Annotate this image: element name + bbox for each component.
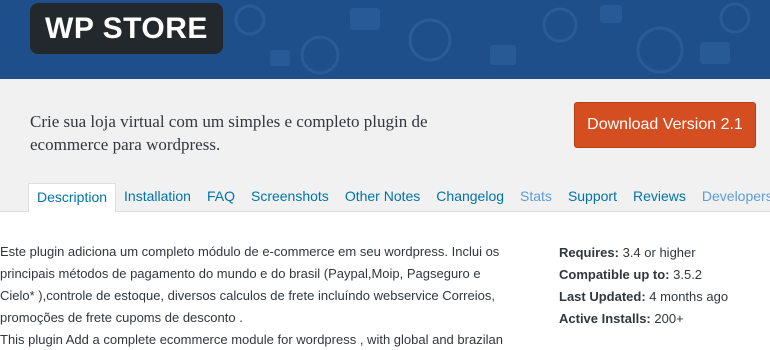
meta-active-installs: Active Installs: 200+ <box>559 308 764 330</box>
tab-faq[interactable]: FAQ <box>199 183 243 212</box>
meta-value: 3.4 or higher <box>622 245 696 260</box>
meta-last-updated: Last Updated: 4 months ago <box>559 286 764 308</box>
tab-screenshots[interactable]: Screenshots <box>243 183 337 212</box>
meta-label: Requires: <box>559 245 619 260</box>
tab-stats[interactable]: Stats <box>512 183 560 212</box>
download-button[interactable]: Download Version 2.1 <box>574 102 756 148</box>
plugin-banner: WP STORE <box>0 0 770 79</box>
tab-description[interactable]: Description <box>28 183 117 213</box>
description-line: This plugin Add a complete ecommerce mod… <box>0 332 503 347</box>
meta-compatible: Compatible up to: 3.5.2 <box>559 264 764 286</box>
tab-developers[interactable]: Developers <box>694 183 770 212</box>
description-line: Cielo* ),controle de estoque, diversos c… <box>0 288 495 303</box>
store-logo: WP STORE <box>30 3 223 54</box>
plugin-description: Este plugin adiciona um completo módulo … <box>0 241 540 350</box>
tab-reviews[interactable]: Reviews <box>625 183 694 212</box>
plugin-meta: Requires: 3.4 or higher Compatible up to… <box>559 242 764 330</box>
plugin-header: Crie sua loja virtual com um simples e c… <box>0 79 770 213</box>
meta-requires: Requires: 3.4 or higher <box>559 242 764 264</box>
description-line: Este plugin adiciona um completo módulo … <box>0 244 500 259</box>
meta-value: 200+ <box>654 311 684 326</box>
plugin-tabs: Description Installation FAQ Screenshots… <box>28 183 770 213</box>
description-line: principais métodos de pagamento do mundo… <box>0 266 481 281</box>
description-line: promoções de frete cupoms de desconto . <box>0 310 243 325</box>
meta-value: 3.5.2 <box>673 267 703 282</box>
meta-value: 4 months ago <box>649 289 729 304</box>
tab-changelog[interactable]: Changelog <box>428 183 512 212</box>
meta-label: Last Updated: <box>559 289 646 304</box>
tab-support[interactable]: Support <box>560 183 625 212</box>
meta-label: Active Installs: <box>559 311 651 326</box>
tab-other-notes[interactable]: Other Notes <box>337 183 428 212</box>
meta-label: Compatible up to: <box>559 267 670 282</box>
tab-installation[interactable]: Installation <box>116 183 199 212</box>
plugin-tagline: Crie sua loja virtual com um simples e c… <box>30 112 428 154</box>
